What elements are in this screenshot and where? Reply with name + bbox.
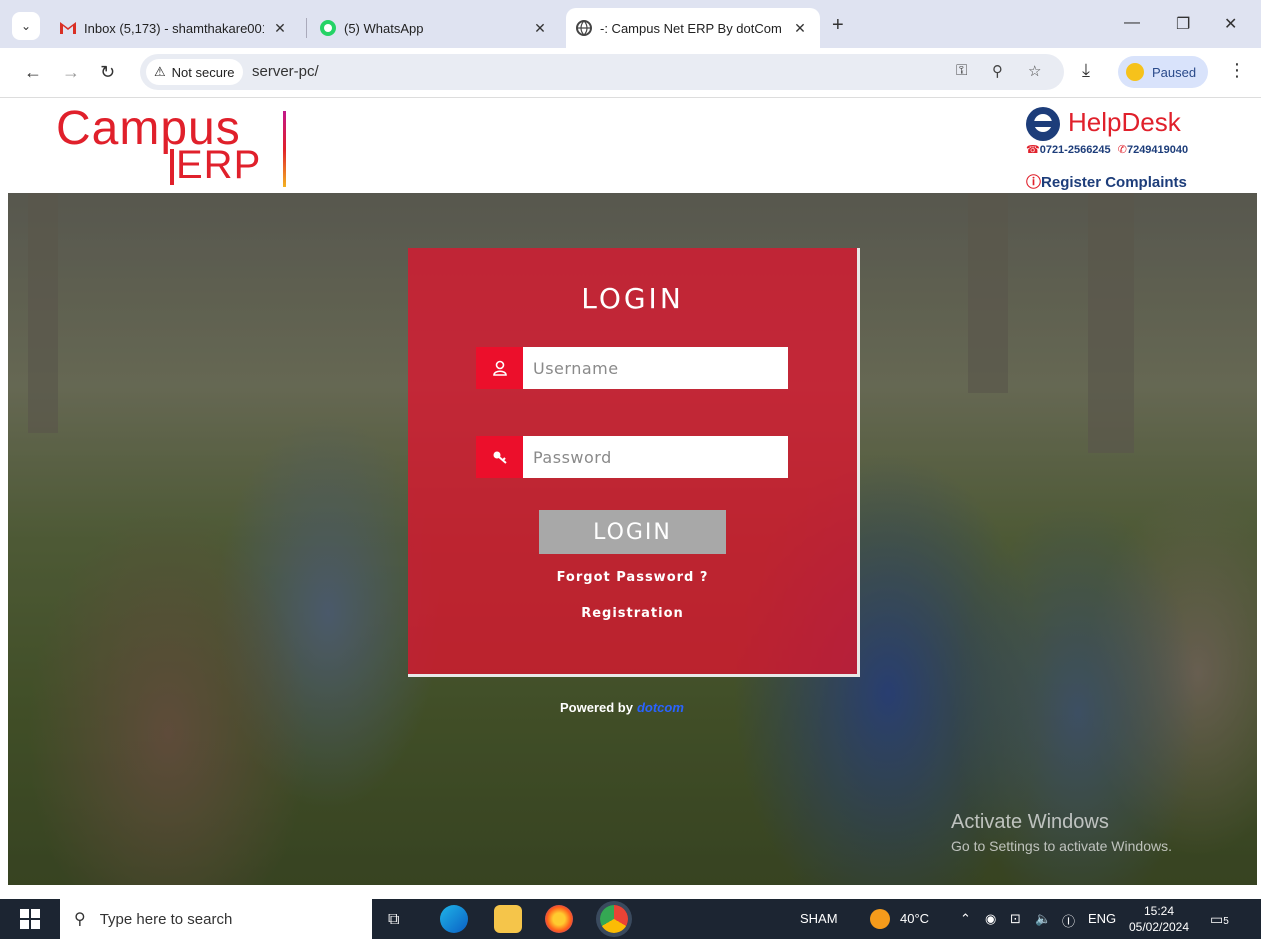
activate-windows-watermark: Activate Windows Go to Settings to activ… (951, 811, 1172, 854)
browser-tab-strip: ⌄ Inbox (5,173) - shamthakare001 ✕ (5) W… (0, 0, 1261, 48)
powered-by: Powered by dotcom (560, 700, 684, 715)
tab-whatsapp[interactable]: (5) WhatsApp ✕ (310, 8, 560, 48)
user-icon (476, 347, 523, 389)
password-key-icon[interactable]: ⚿ (956, 62, 967, 79)
browser-toolbar: ← → ↻ ⚠ Not secure server-pc/ ⚿ ⚲ ☆ ⤓ Pa… (0, 48, 1261, 98)
register-complaints-label: Register Complaints (1041, 174, 1187, 191)
close-window-icon[interactable]: ✕ (1224, 14, 1237, 34)
tab-title: (5) WhatsApp (344, 20, 424, 36)
zoom-icon[interactable]: ⚲ (992, 62, 1003, 80)
tree-trunk (1088, 193, 1134, 453)
info-icon: ⓘ (1026, 174, 1042, 191)
powered-by-label: Powered by (560, 700, 633, 715)
logo-bracket (170, 149, 174, 185)
key-icon (476, 436, 523, 478)
forward-icon[interactable]: → (62, 62, 80, 83)
ime-icon[interactable]: Ⓘ (1062, 911, 1075, 930)
clock-date: 05/02/2024 (1128, 920, 1190, 934)
profile-paused-button[interactable]: Paused (1118, 56, 1209, 88)
search-icon: ⚲ (74, 911, 86, 928)
telephone-icon: ☎ (1026, 144, 1040, 156)
login-panel: LOGIN LOGIN Forgot Password ? Registrati… (408, 248, 860, 677)
username-field (476, 347, 788, 389)
notification-glyph: ▭ (1210, 911, 1224, 927)
logo-divider (283, 111, 286, 187)
weather-sun-icon[interactable] (870, 909, 890, 929)
close-tab-icon[interactable]: ✕ (270, 20, 290, 37)
dotcom-logo[interactable]: dotcom (637, 700, 684, 715)
firefox-icon[interactable] (545, 905, 573, 933)
password-input[interactable] (523, 436, 788, 478)
address-bar[interactable]: ⚠ Not secure server-pc/ ⚿ ⚲ ☆ (140, 54, 1064, 90)
watermark-line1: Activate Windows (951, 811, 1109, 833)
phone-landline: 0721-2566245 (1039, 144, 1111, 156)
menu-kebab-icon[interactable]: ⋮ (1228, 60, 1246, 81)
logo-erp-text: ERP (176, 143, 262, 187)
weather-temperature[interactable]: 40°C (900, 911, 929, 926)
bookmark-star-icon[interactable]: ☆ (1028, 62, 1041, 80)
site-header: Campus ERP HelpDesk ☎0721-2566245 ✆72494… (0, 99, 1261, 193)
helpdesk-phones: ☎0721-2566245 ✆7249419040 (1026, 143, 1188, 156)
username-input[interactable] (523, 347, 788, 389)
windows-start-icon[interactable] (20, 909, 40, 929)
download-icon[interactable]: ⤓ (1082, 60, 1090, 81)
support-agent-icon (1026, 107, 1060, 141)
registration-link[interactable]: Registration (408, 606, 857, 621)
url-text[interactable]: server-pc/ (252, 63, 319, 80)
volume-icon[interactable]: 🔈 (1035, 911, 1051, 927)
register-complaints-link[interactable]: ⓘRegister Complaints (1026, 171, 1187, 192)
tab-search-dropdown[interactable]: ⌄ (12, 12, 40, 40)
edge-icon[interactable] (440, 905, 468, 933)
language-indicator[interactable]: ENG (1088, 911, 1116, 926)
back-icon[interactable]: ← (24, 62, 42, 83)
reload-icon[interactable]: ↻ (100, 62, 115, 83)
tab-campus-erp[interactable]: -: Campus Net ERP By dotCom ✕ (566, 8, 820, 48)
taskbar-clock[interactable]: 15:24 05/02/2024 (1127, 903, 1191, 935)
chrome-icon[interactable] (600, 905, 628, 933)
minimize-icon[interactable]: — (1124, 14, 1140, 32)
mobile-phone-icon: ✆ (1117, 144, 1127, 156)
taskbar-user[interactable]: SHAM (800, 911, 838, 926)
close-tab-icon[interactable]: ✕ (530, 20, 550, 37)
globe-icon (576, 20, 592, 36)
warning-icon: ⚠ (154, 64, 166, 79)
tree-trunk (28, 193, 58, 433)
close-tab-icon[interactable]: ✕ (790, 20, 810, 37)
helpdesk-title: HelpDesk (1068, 107, 1181, 137)
new-tab-icon[interactable]: + (832, 14, 844, 37)
tray-chevron-icon[interactable]: ⌃ (960, 911, 971, 927)
security-label: Not secure (171, 64, 235, 80)
windows-taskbar: ⚲ Type here to search ⧉ SHAM 40°C ⌃ ◉ ⊡ … (0, 899, 1261, 939)
taskbar-search-box[interactable]: ⚲ Type here to search (60, 899, 372, 939)
location-icon[interactable]: ◉ (985, 911, 996, 927)
clock-time: 15:24 (1143, 904, 1175, 918)
forgot-password-link[interactable]: Forgot Password ? (408, 570, 857, 585)
watermark-line2: Go to Settings to activate Windows. (951, 838, 1172, 854)
tab-gmail[interactable]: Inbox (5,173) - shamthakare001 ✕ (50, 8, 300, 48)
network-icon[interactable]: ⊡ (1010, 911, 1021, 927)
notification-count: 5 (1223, 916, 1229, 927)
notification-center-icon[interactable]: ▭5 (1210, 911, 1229, 928)
taskbar-search-placeholder: Type here to search (99, 910, 233, 928)
security-chip[interactable]: ⚠ Not secure (146, 59, 243, 85)
file-explorer-icon[interactable] (494, 905, 522, 933)
login-title: LOGIN (581, 282, 684, 315)
helpdesk: HelpDesk ☎0721-2566245 ✆7249419040 ⓘRegi… (1026, 105, 1216, 191)
profile-status: Paused (1152, 64, 1197, 80)
phone-mobile: 7249419040 (1126, 144, 1189, 156)
tree-trunk (968, 193, 1008, 393)
restore-icon[interactable]: ❐ (1176, 14, 1190, 34)
tab-title: Inbox (5,173) - shamthakare001 (84, 20, 264, 36)
task-view-icon[interactable]: ⧉ (388, 911, 399, 929)
gmail-icon (60, 20, 76, 36)
tab-title: -: Campus Net ERP By dotCom (600, 20, 782, 36)
password-field (476, 436, 788, 478)
profile-avatar-icon (1126, 63, 1144, 81)
whatsapp-icon (320, 20, 336, 36)
tab-divider (306, 18, 307, 38)
login-button[interactable]: LOGIN (539, 510, 726, 554)
